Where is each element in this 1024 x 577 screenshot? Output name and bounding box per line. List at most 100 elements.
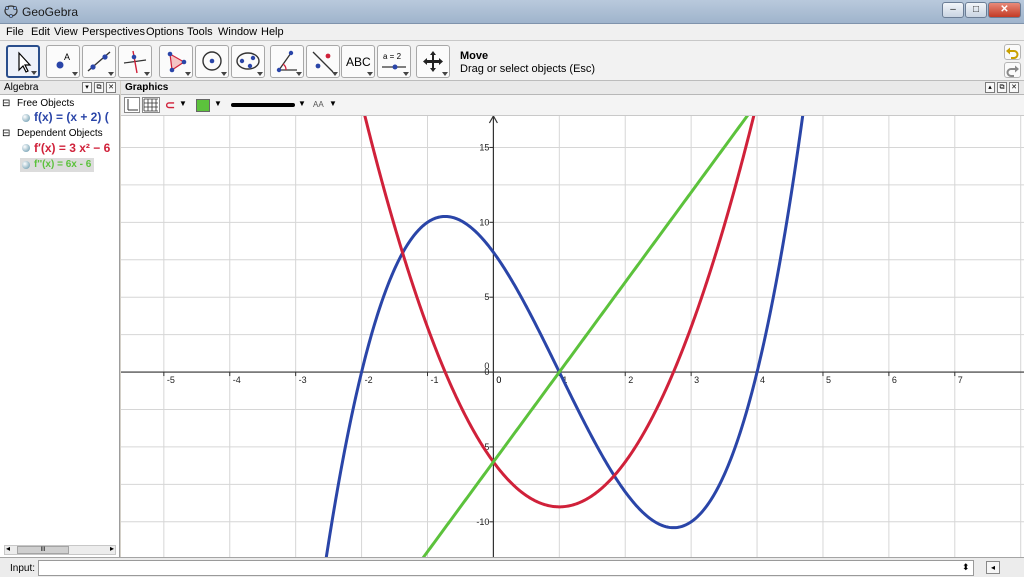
move-arrows-icon: [423, 51, 443, 72]
point-capturing-icon[interactable]: ⊂: [165, 98, 175, 112]
x-tick-label: 4: [760, 375, 765, 385]
graphics-title: Graphics: [125, 82, 169, 93]
circle-tool-button[interactable]: [195, 45, 229, 78]
input-history-dropdown[interactable]: ⬍: [962, 562, 970, 573]
point-icon: A: [56, 52, 70, 69]
toggle-grid-button[interactable]: [142, 97, 160, 113]
input-help-button[interactable]: ◂: [986, 561, 1000, 574]
algebra-view: Algebra ▾ ⧉ ✕ ⊟ Free Objects f(x) = (x +…: [0, 81, 120, 557]
color-picker-button[interactable]: [196, 99, 210, 112]
menu-bar: File Edit View Perspectives Options Tool…: [0, 24, 1024, 41]
panel-menu-button[interactable]: ▾: [82, 82, 92, 93]
undock-button[interactable]: ⧉: [94, 82, 104, 93]
perpendicular-tool-button[interactable]: [118, 45, 152, 78]
slider-tool-button[interactable]: a = 2: [377, 45, 411, 78]
angle-icon: [276, 50, 297, 73]
input-field[interactable]: [38, 560, 974, 576]
tool-help-title: Move: [460, 50, 489, 62]
reflect-about-line-icon: [312, 51, 334, 73]
visibility-toggle-f-prime[interactable]: [22, 144, 30, 152]
x-tick-label: 2: [628, 375, 633, 385]
move-graphics-tool-button[interactable]: [416, 45, 450, 78]
collapse-toggle-free[interactable]: ⊟: [2, 98, 10, 109]
y-tick-label: 15: [479, 142, 489, 152]
algebra-item-f[interactable]: f(x) = (x + 2) (: [34, 110, 109, 124]
curve-fpp: [421, 116, 750, 557]
title-bar: GeoGebra – □ ✕: [0, 0, 1024, 24]
menu-window[interactable]: Window: [218, 26, 257, 38]
x-tick-label: -2: [365, 375, 373, 385]
menu-help[interactable]: Help: [261, 26, 284, 38]
y-tick-label: 10: [479, 217, 489, 227]
algebra-item-f-double-prime[interactable]: f''(x) = 6x - 6: [34, 159, 91, 170]
text-tool-label: ABC: [346, 55, 371, 69]
scroll-right-icon[interactable]: ▸: [110, 544, 114, 553]
slider-tool-label: a = 2: [383, 52, 402, 61]
x-tick-label: -5: [167, 375, 175, 385]
menu-options[interactable]: Options: [146, 26, 184, 38]
toggle-axes-button[interactable]: [124, 97, 140, 113]
window-title: GeoGebra: [22, 5, 79, 19]
label-style-button[interactable]: AA: [313, 100, 324, 109]
redo-icon: [1006, 65, 1019, 77]
svg-text:A: A: [64, 52, 70, 62]
algebra-header: Algebra ▾ ⧉ ✕: [0, 81, 120, 95]
circle-icon: [202, 51, 222, 71]
close-window-button[interactable]: ✕: [988, 2, 1021, 18]
graphics-maximize-button[interactable]: ⧉: [997, 82, 1007, 93]
grid-icon: [143, 98, 158, 112]
x-tick-label: 7: [958, 375, 963, 385]
menu-view[interactable]: View: [54, 26, 78, 38]
menu-perspectives[interactable]: Perspectives: [82, 26, 145, 38]
y-tick-label: 5: [484, 292, 489, 302]
minimize-button[interactable]: –: [942, 2, 964, 18]
collapse-toggle-dependent[interactable]: ⊟: [2, 128, 10, 139]
undo-button[interactable]: [1004, 44, 1021, 60]
dropdown-icon[interactable]: ▼: [329, 99, 337, 108]
move-tool-button[interactable]: [6, 45, 40, 78]
algebra-horizontal-scrollbar[interactable]: ◂ III ▸: [4, 544, 116, 555]
graphics-close-button[interactable]: ✕: [1009, 82, 1019, 93]
menu-file[interactable]: File: [6, 26, 24, 38]
visibility-toggle-f[interactable]: [22, 114, 30, 122]
polygon-tool-button[interactable]: [159, 45, 193, 78]
redo-button[interactable]: [1004, 62, 1021, 78]
graphics-header: Graphics ▴ ⧉ ✕: [121, 81, 1024, 95]
menu-edit[interactable]: Edit: [31, 26, 50, 38]
dropdown-icon[interactable]: ▼: [298, 99, 306, 108]
dropdown-icon[interactable]: ▼: [214, 99, 222, 108]
x-tick-label: -4: [233, 375, 241, 385]
tool-help-description: Drag or select objects (Esc): [460, 63, 596, 75]
maximize-button[interactable]: □: [965, 2, 987, 18]
conic-tool-button[interactable]: [231, 45, 265, 78]
graphics-undock-button[interactable]: ▴: [985, 82, 995, 93]
scroll-left-icon[interactable]: ◂: [6, 544, 10, 553]
dependent-objects-group: Dependent Objects: [17, 128, 103, 139]
input-bar: Input: ⬍ ◂: [0, 557, 1024, 577]
y-tick-label: 0: [484, 361, 489, 371]
y-tick-label: -10: [476, 517, 489, 527]
perpendicular-line-icon: [123, 50, 147, 74]
input-label: Input:: [10, 563, 36, 574]
visibility-toggle-f-double-prime[interactable]: [22, 161, 30, 169]
undo-icon: [1006, 47, 1019, 59]
line-style-button[interactable]: [231, 103, 295, 107]
point-tool-button[interactable]: A: [46, 45, 80, 78]
reflect-tool-button[interactable]: [306, 45, 340, 78]
x-tick-label: 6: [892, 375, 897, 385]
dropdown-icon[interactable]: ▼: [179, 99, 187, 108]
line-through-points-icon: [87, 51, 111, 72]
text-tool-button[interactable]: ABC: [341, 45, 375, 78]
line-tool-button[interactable]: [82, 45, 116, 78]
x-tick-label: 5: [826, 375, 831, 385]
slider-icon: [382, 64, 406, 70]
scroll-thumb[interactable]: III: [17, 546, 69, 554]
close-panel-button[interactable]: ✕: [106, 82, 116, 93]
function-plot[interactable]: -5 -4 -3 -2 -1 0 1 2 3 4 5 6 70-10-50510150: [121, 116, 1024, 557]
graphics-view: Graphics ▴ ⧉ ✕ ⊂ ▼ ▼ ▼ AA ▼ -5 -4 -3 -2 -1 0 1…: [121, 81, 1024, 557]
menu-tools[interactable]: Tools: [187, 26, 213, 38]
algebra-item-f-prime[interactable]: f′(x) = 3 x² − 6: [34, 141, 110, 155]
toolbar: A ABC a = 2 Move Drag or select objects …: [0, 41, 1024, 81]
free-objects-group: Free Objects: [17, 98, 75, 109]
angle-tool-button[interactable]: [270, 45, 304, 78]
